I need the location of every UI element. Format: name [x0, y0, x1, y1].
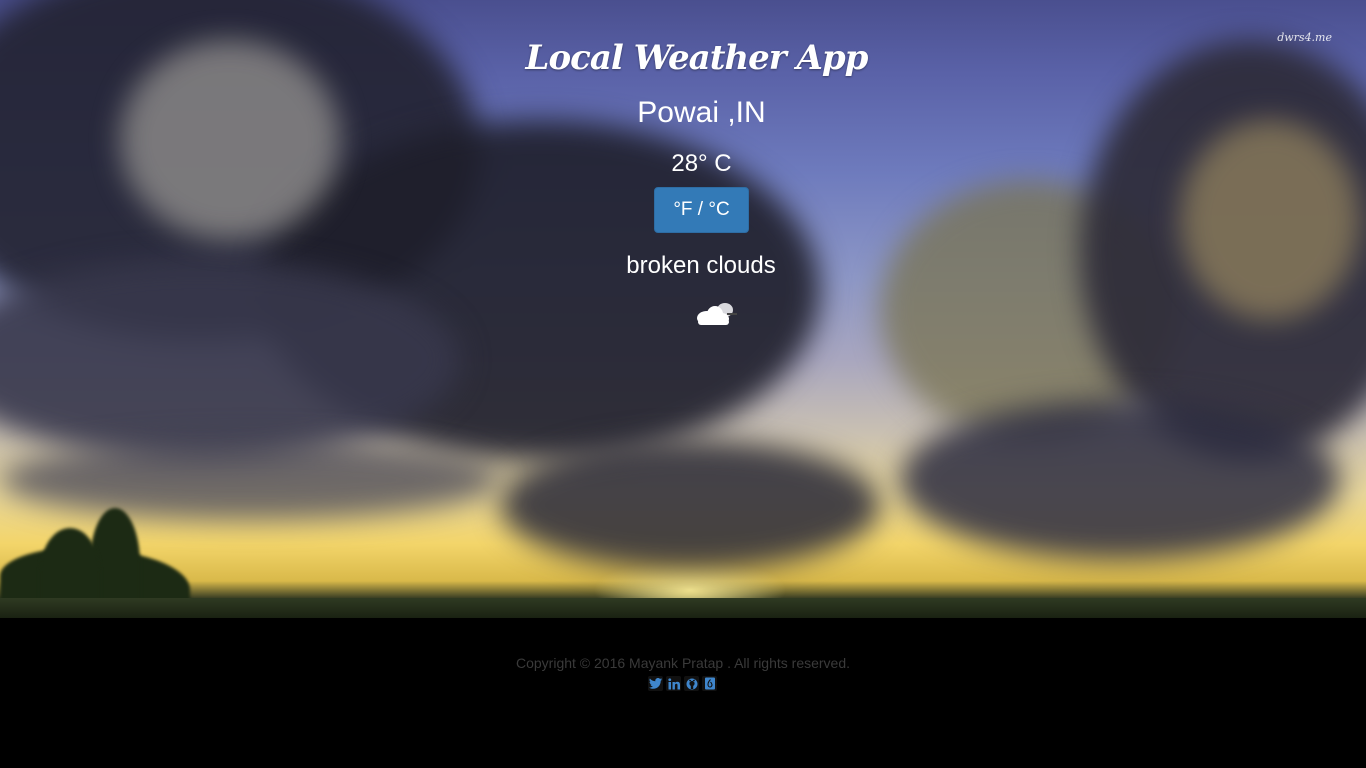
github-icon[interactable]	[684, 676, 699, 691]
broken-clouds-icon	[697, 303, 737, 325]
twitter-icon[interactable]	[648, 676, 663, 691]
cloud-shape	[500, 440, 880, 570]
location-label: Powai ,IN	[637, 96, 766, 129]
weather-condition: broken clouds	[626, 252, 776, 279]
linkedin-icon[interactable]	[666, 676, 681, 691]
background-hero: dwrs4.me	[0, 0, 1366, 618]
social-links	[648, 676, 717, 691]
cloud-shape	[900, 400, 1340, 560]
copyright-text: Copyright © 2016 Mayank Pratap . All rig…	[515, 655, 851, 671]
app-title: Local Weather App	[525, 38, 869, 78]
unit-toggle-button[interactable]: °F / °C	[654, 187, 749, 233]
horizon-treeline	[0, 598, 1366, 618]
codepen-icon[interactable]	[702, 676, 717, 691]
footer: Copyright © 2016 Mayank Pratap . All rig…	[0, 618, 1366, 768]
cloud-shape	[0, 440, 500, 520]
temperature-value: 28° C	[671, 150, 732, 177]
